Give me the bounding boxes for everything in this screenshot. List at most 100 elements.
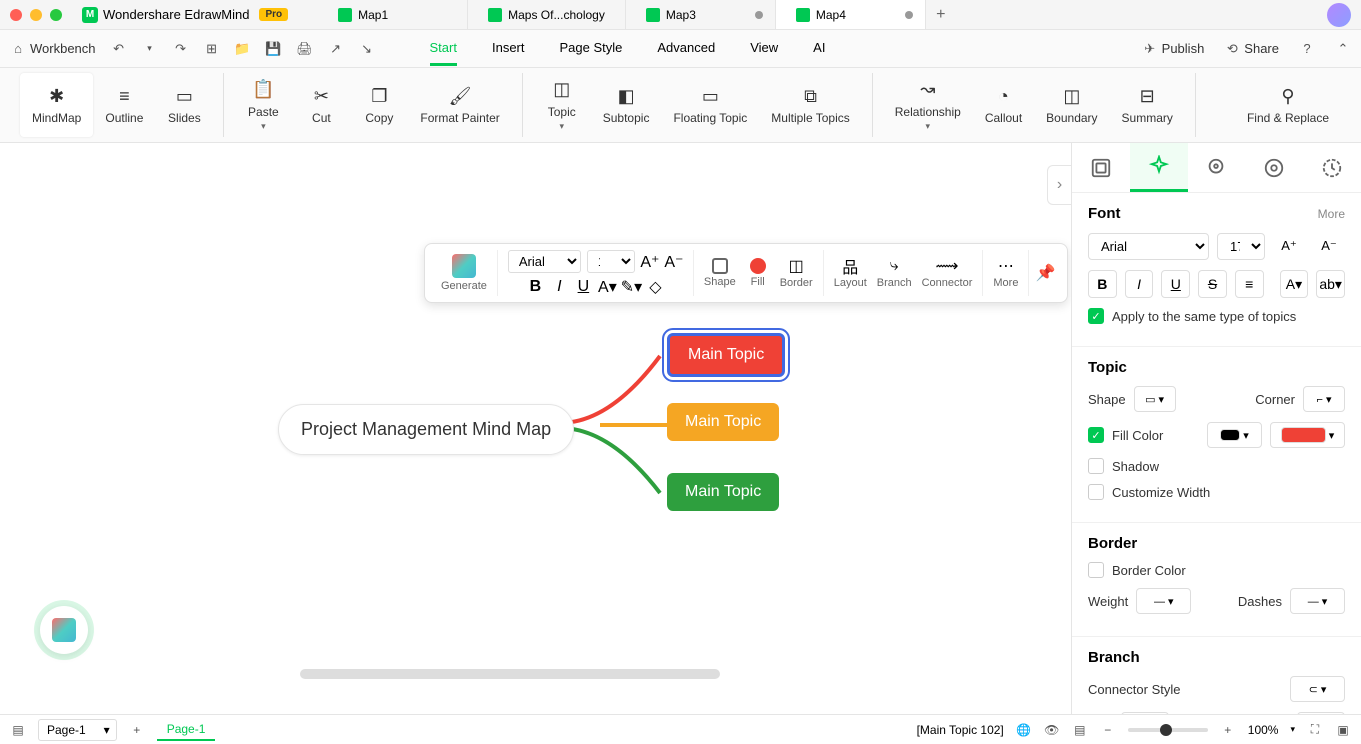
strikethrough-button[interactable]: S	[1198, 270, 1227, 298]
shape-button[interactable]: Shape	[704, 258, 736, 288]
pin-button[interactable]: 📌	[1029, 263, 1061, 283]
tab-map1[interactable]: Map1	[318, 0, 468, 29]
workbench-button[interactable]: ⌂Workbench	[10, 41, 96, 57]
generate-section[interactable]: Generate	[431, 250, 498, 296]
collapse-panel-button[interactable]: ›	[1047, 165, 1071, 205]
menu-page-style[interactable]: Page Style	[560, 32, 623, 66]
new-button[interactable]: ⊞	[204, 41, 220, 57]
zoom-out-button[interactable]: −	[1100, 722, 1116, 738]
custom-width-checkbox[interactable]	[1088, 484, 1104, 500]
fill-button[interactable]: Fill	[750, 258, 766, 288]
font-shrink-button[interactable]: A⁻	[1313, 232, 1345, 260]
font-grow-button[interactable]: A⁺	[1273, 232, 1305, 260]
format-painter-button[interactable]: 🖌Format Painter	[408, 73, 511, 137]
case-button[interactable]: ab▾	[1316, 270, 1345, 298]
cut-button[interactable]: ✂Cut	[292, 73, 350, 137]
export-button[interactable]: ↗	[328, 41, 344, 57]
redo-button[interactable]: ↷	[173, 41, 189, 57]
menu-insert[interactable]: Insert	[492, 32, 525, 66]
fill-color-dropdown[interactable]: ▾	[1270, 422, 1345, 448]
central-topic[interactable]: Project Management Mind Map	[278, 404, 574, 455]
maximize-window-button[interactable]	[50, 9, 62, 21]
underline-button[interactable]: U	[574, 278, 592, 296]
mindmap-button[interactable]: ✱MindMap	[20, 73, 93, 137]
connector-button[interactable]: ⟿Connector	[922, 257, 973, 289]
save-button[interactable]: 💾	[266, 41, 282, 57]
callout-button[interactable]: ◔Callout	[973, 73, 1034, 137]
weight-dropdown[interactable]: — ▾	[1136, 588, 1191, 614]
fill-type-dropdown[interactable]: ▾	[1207, 422, 1262, 448]
horizontal-scrollbar[interactable]	[300, 669, 720, 679]
font-shrink-button[interactable]: A⁻	[665, 253, 683, 271]
share-button[interactable]: ⟲Share	[1224, 41, 1279, 57]
import-button[interactable]: ↘	[359, 41, 375, 57]
user-avatar[interactable]	[1327, 3, 1351, 27]
corner-dropdown[interactable]: ⌐ ▾	[1303, 386, 1345, 412]
floating-topic-button[interactable]: ▭Floating Topic	[661, 73, 759, 137]
subtopic-button[interactable]: ◧Subtopic	[591, 73, 662, 137]
font-color-button[interactable]: A▾	[598, 278, 616, 296]
highlight-button[interactable]: ✎▾	[622, 278, 640, 296]
fit-screen-button[interactable]: ⛶	[1307, 722, 1323, 738]
panel-tab-history[interactable]	[1303, 143, 1361, 192]
page-dropdown[interactable]: Page-1 ▾	[38, 719, 117, 741]
boundary-button[interactable]: ◫Boundary	[1034, 73, 1109, 137]
panel-tab-icons[interactable]	[1188, 143, 1246, 192]
open-button[interactable]: 📁	[235, 41, 251, 57]
undo-dropdown[interactable]: ▾	[142, 41, 158, 57]
more-button[interactable]: ⋯ More	[983, 250, 1029, 296]
menu-ai[interactable]: AI	[813, 32, 825, 66]
fullscreen-button[interactable]: ▣	[1335, 722, 1351, 738]
tab-maps-of[interactable]: Maps Of...chology	[468, 0, 626, 29]
publish-button[interactable]: ✈Publish	[1142, 41, 1205, 57]
border-color-checkbox[interactable]	[1088, 562, 1104, 578]
clear-format-button[interactable]: ◇	[646, 278, 664, 296]
connector-style-dropdown[interactable]: ⊂ ▾	[1290, 676, 1345, 702]
zoom-in-button[interactable]: +	[1220, 722, 1236, 738]
relationship-button[interactable]: ↝Relationship▾	[883, 73, 973, 137]
branch-button[interactable]: ⤷Branch	[877, 257, 912, 289]
summary-button[interactable]: ⊟Summary	[1110, 73, 1185, 137]
fill-color-checkbox[interactable]: ✓	[1088, 427, 1104, 443]
font-more-button[interactable]: More	[1318, 207, 1345, 221]
tab-map4[interactable]: Map4	[776, 0, 926, 29]
zoom-slider[interactable]	[1128, 728, 1208, 732]
topic-button[interactable]: ◫Topic▾	[533, 73, 591, 137]
layout-button[interactable]: 品Layout	[834, 257, 867, 289]
page-tab[interactable]: Page-1	[157, 719, 216, 741]
minimize-window-button[interactable]	[30, 9, 42, 21]
multiple-topics-button[interactable]: ⧉Multiple Topics	[759, 73, 861, 137]
zoom-value[interactable]: 100%	[1248, 723, 1279, 737]
font-size-select[interactable]: 17	[1217, 233, 1265, 260]
font-size-select[interactable]: 17	[587, 250, 635, 273]
menu-advanced[interactable]: Advanced	[657, 32, 715, 66]
add-page-button[interactable]: +	[129, 722, 145, 738]
find-replace-button[interactable]: ⚲Find & Replace	[1235, 73, 1341, 137]
pages-panel-button[interactable]: ▤	[10, 722, 26, 738]
copy-button[interactable]: ❐Copy	[350, 73, 408, 137]
globe-button[interactable]: 🌐	[1016, 722, 1032, 738]
main-topic-3[interactable]: Main Topic	[667, 473, 779, 511]
menu-view[interactable]: View	[750, 32, 778, 66]
font-family-select[interactable]: Arial	[1088, 233, 1209, 260]
canvas[interactable]: Project Management Mind Map Main Topic M…	[0, 143, 1071, 714]
shadow-checkbox[interactable]	[1088, 458, 1104, 474]
collapse-ribbon-button[interactable]: ⌃	[1335, 41, 1351, 57]
tab-map3[interactable]: Map3	[626, 0, 776, 29]
close-window-button[interactable]	[10, 9, 22, 21]
main-topic-1[interactable]: Main Topic	[667, 333, 785, 377]
eye-button[interactable]: 👁	[1044, 722, 1060, 738]
apply-same-type-checkbox[interactable]: ✓	[1088, 308, 1104, 324]
menu-start[interactable]: Start	[430, 32, 457, 66]
help-button[interactable]: ?	[1299, 41, 1315, 57]
main-topic-2[interactable]: Main Topic	[667, 403, 779, 441]
font-grow-button[interactable]: A⁺	[641, 253, 659, 271]
dashes-dropdown[interactable]: — ▾	[1290, 588, 1345, 614]
shape-dropdown[interactable]: ▭ ▾	[1134, 386, 1176, 412]
slides-button[interactable]: ▭Slides	[155, 73, 213, 137]
italic-button[interactable]: I	[1125, 270, 1154, 298]
align-button[interactable]: ≡	[1235, 270, 1264, 298]
undo-button[interactable]: ↶	[111, 41, 127, 57]
font-family-select[interactable]: Arial	[508, 250, 581, 273]
layers-button[interactable]: ▤	[1072, 722, 1088, 738]
